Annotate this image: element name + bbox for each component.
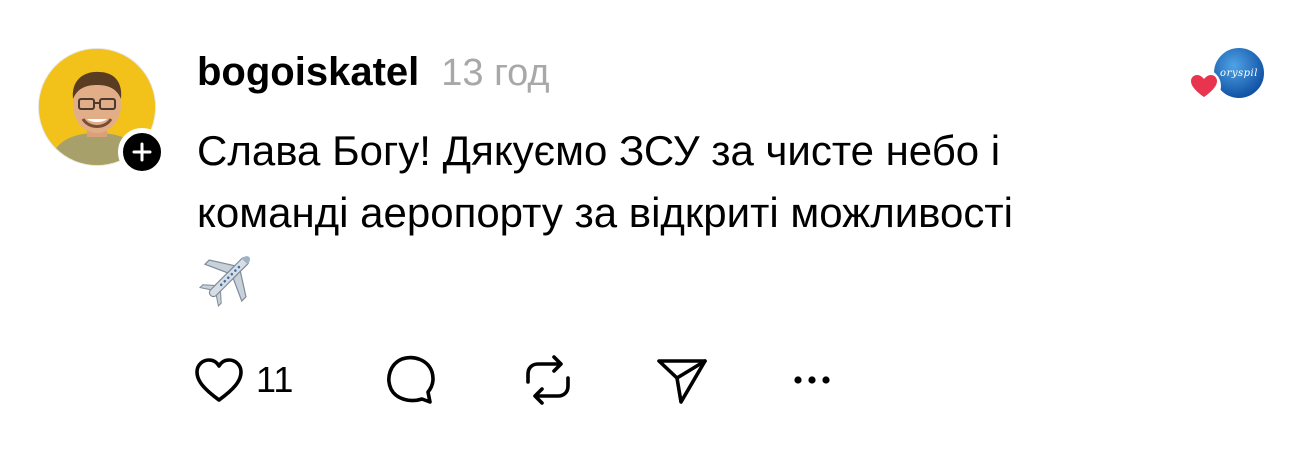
paper-plane-icon bbox=[657, 359, 707, 404]
post-body: Слава Богу! Дякуємо ЗСУ за чисте небо і … bbox=[197, 120, 1197, 308]
post-text-line-2: команді аеропорту за відкриті можливості bbox=[197, 189, 1013, 236]
post-text-line-1: Слава Богу! Дякуємо ЗСУ за чисте небо і bbox=[197, 127, 1001, 174]
post-card: bogoiskatel 13 год oryspil Слава Богу! Д… bbox=[0, 0, 1300, 453]
ellipsis-icon bbox=[794, 376, 830, 384]
heart-filled-icon bbox=[1187, 69, 1221, 103]
plus-icon bbox=[132, 142, 152, 162]
comment-bubble-icon bbox=[387, 355, 435, 404]
comment-button[interactable] bbox=[382, 352, 438, 408]
repost-arrows-icon bbox=[526, 355, 570, 405]
share-button[interactable] bbox=[654, 352, 710, 408]
repost-button[interactable] bbox=[520, 352, 576, 408]
post-timestamp: 13 год bbox=[441, 52, 550, 94]
post-header: bogoiskatel 13 год bbox=[197, 50, 550, 95]
author-avatar-container bbox=[38, 48, 166, 176]
airplane-icon bbox=[198, 256, 250, 308]
post-actions: 11 bbox=[192, 352, 892, 408]
airplane-emoji bbox=[197, 246, 1197, 308]
like-button[interactable]: 11 bbox=[192, 352, 293, 408]
more-options-button[interactable] bbox=[790, 352, 834, 408]
liker-avatar-text: oryspil bbox=[1220, 67, 1258, 79]
liked-by-indicator[interactable]: oryspil bbox=[1186, 46, 1266, 106]
like-count: 11 bbox=[256, 359, 294, 400]
username-link[interactable]: bogoiskatel bbox=[197, 50, 419, 95]
follow-button[interactable] bbox=[118, 128, 166, 176]
heart-outline-icon bbox=[195, 358, 243, 402]
